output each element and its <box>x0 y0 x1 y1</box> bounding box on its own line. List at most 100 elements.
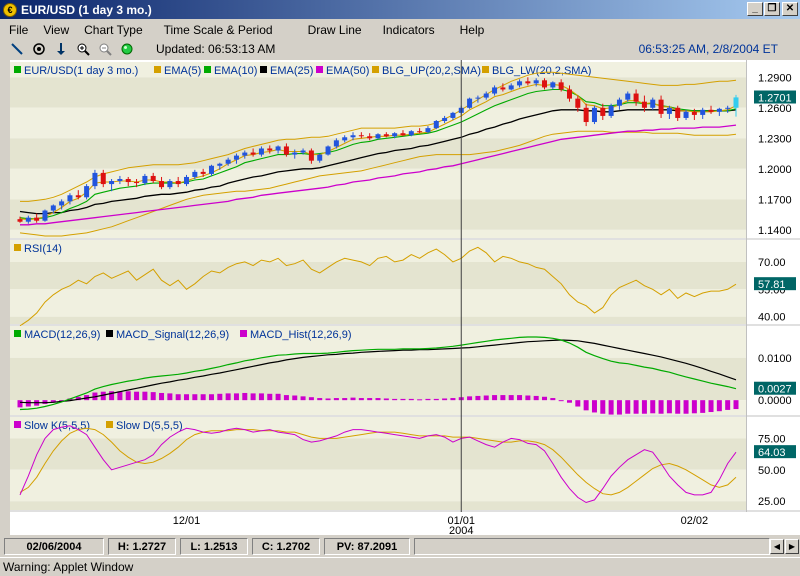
macd-hist-bar <box>716 400 722 412</box>
candle-body <box>542 80 548 88</box>
macd-hist-bar <box>150 392 156 401</box>
macd-hist-bar <box>558 400 564 402</box>
macd-hist-bar <box>517 395 523 401</box>
legend-swatch <box>154 66 161 73</box>
candle-body <box>392 133 398 137</box>
live-dot-icon[interactable] <box>116 40 138 58</box>
macd-hist-bar <box>608 400 614 415</box>
macd-hist-bar <box>25 400 31 407</box>
macd-hist-bar <box>267 393 273 401</box>
menu-help[interactable]: Help <box>444 23 494 37</box>
candle-body <box>641 101 647 108</box>
macd-hist-bar <box>358 398 364 401</box>
macd-hist-bar <box>383 398 389 401</box>
candle-body <box>167 181 173 188</box>
legend-swatch <box>482 66 489 73</box>
legend-swatch <box>14 421 21 428</box>
candle-body <box>42 210 48 221</box>
candle-body <box>200 171 206 174</box>
scroll-right-icon[interactable]: ▶ <box>785 539 799 554</box>
macd-hist-bar <box>683 400 689 414</box>
candle-body <box>208 165 214 174</box>
macd-hist-bar <box>408 398 414 401</box>
draw-line-icon[interactable] <box>6 40 28 58</box>
menu-draw-line[interactable]: Draw Line <box>282 23 371 37</box>
down-arrow-icon[interactable] <box>50 40 72 58</box>
menu-time-scale-period[interactable]: Time Scale & Period <box>152 23 282 37</box>
minimize-button[interactable]: _ <box>747 2 763 16</box>
macd-hist-bar <box>350 397 356 401</box>
macd-hist-bar <box>400 398 406 401</box>
title-bar[interactable]: € EUR/USD (1 day 3 mo.) _ ❐ ✕ <box>0 0 800 19</box>
current-value-label: 64.03 <box>758 447 786 459</box>
scroll-left-icon[interactable]: ◀ <box>770 539 784 554</box>
current-value-label: 0.0027 <box>758 384 792 396</box>
macd-hist-bar <box>550 398 556 401</box>
legend-swatch <box>14 244 21 251</box>
candle-body <box>383 134 389 137</box>
panel-price: 1.2900 1.2600 1.2300 1.2000 1.1700 1.1400 EUR/… <box>10 62 800 240</box>
candle-body <box>184 176 190 185</box>
candle-body <box>575 98 581 108</box>
macd-hist-bar <box>625 400 631 414</box>
candle-body <box>267 148 273 151</box>
legend-label: BLG_UP(20,2,SMA) <box>382 65 481 77</box>
legend-label: MACD_Signal(12,26,9) <box>116 329 229 341</box>
legend-swatch <box>240 330 247 337</box>
candle-body <box>550 82 556 88</box>
menu-chart-type[interactable]: Chart Type <box>78 23 151 37</box>
menu-indicators[interactable]: Indicators <box>371 23 444 37</box>
macd-hist-bar <box>367 398 373 401</box>
macd-hist-bar <box>450 398 456 401</box>
legend-label: RSI(14) <box>24 243 62 255</box>
macd-hist-bar <box>641 400 647 414</box>
candle-body <box>725 107 731 109</box>
zoom-out-icon[interactable] <box>94 40 116 58</box>
legend-label: EMA(10) <box>214 65 257 77</box>
candle-body <box>117 178 123 182</box>
zoom-in-icon[interactable] <box>72 40 94 58</box>
close-button[interactable]: ✕ <box>782 2 798 16</box>
x-tick-label: 12/01 <box>173 515 201 527</box>
legend-swatch <box>106 421 113 428</box>
status-pv: PV: 87.2091 <box>324 538 410 555</box>
candle-body <box>558 82 564 90</box>
macd-hist-bar <box>233 393 239 401</box>
x-tick-sublabel: 2004 <box>449 525 473 535</box>
candle-body <box>408 131 414 136</box>
chart-svg[interactable]: 1.2900 1.2600 1.2300 1.2000 1.1700 1.1400 EUR/… <box>10 60 800 537</box>
candle-body <box>533 80 539 84</box>
panel-band <box>10 469 746 502</box>
candle-body <box>75 195 81 198</box>
macd-hist-bar <box>192 394 198 401</box>
candle-body <box>425 128 431 133</box>
menu-file[interactable]: File <box>0 23 37 37</box>
restore-button[interactable]: ❐ <box>764 2 780 16</box>
candle-body <box>25 217 31 222</box>
menu-view[interactable]: View <box>37 23 78 37</box>
macd-hist-bar <box>292 395 298 401</box>
candle-body <box>192 171 198 177</box>
chart-area[interactable]: 1.2900 1.2600 1.2300 1.2000 1.1700 1.1400 EUR/… <box>10 60 800 537</box>
panel-band <box>10 229 746 238</box>
status-low: L: 1.2513 <box>180 538 248 555</box>
status-close: C: 1.2702 <box>252 538 320 555</box>
y-tick-label: 1.2000 <box>758 164 792 176</box>
macd-hist-bar <box>417 399 423 401</box>
macd-hist-bar <box>325 398 331 401</box>
candle-body <box>475 97 481 99</box>
macd-hist-bar <box>159 392 165 401</box>
candle-body <box>134 182 140 184</box>
candle-body <box>175 181 181 185</box>
menu-bar: File View Chart Type Time Scale & Period… <box>0 20 800 39</box>
macd-hist-bar <box>208 394 214 401</box>
macd-hist-bar <box>533 395 539 401</box>
candle-body <box>292 152 298 155</box>
macd-hist-bar <box>134 391 140 401</box>
applet-warning: Warning: Applet Window <box>0 557 800 576</box>
y-tick-label: 1.1700 <box>758 194 792 206</box>
macd-hist-bar <box>733 400 739 410</box>
status-date: 02/06/2004 <box>4 538 104 555</box>
status-high: H: 1.2727 <box>108 538 176 555</box>
crosshair-icon[interactable] <box>28 40 50 58</box>
